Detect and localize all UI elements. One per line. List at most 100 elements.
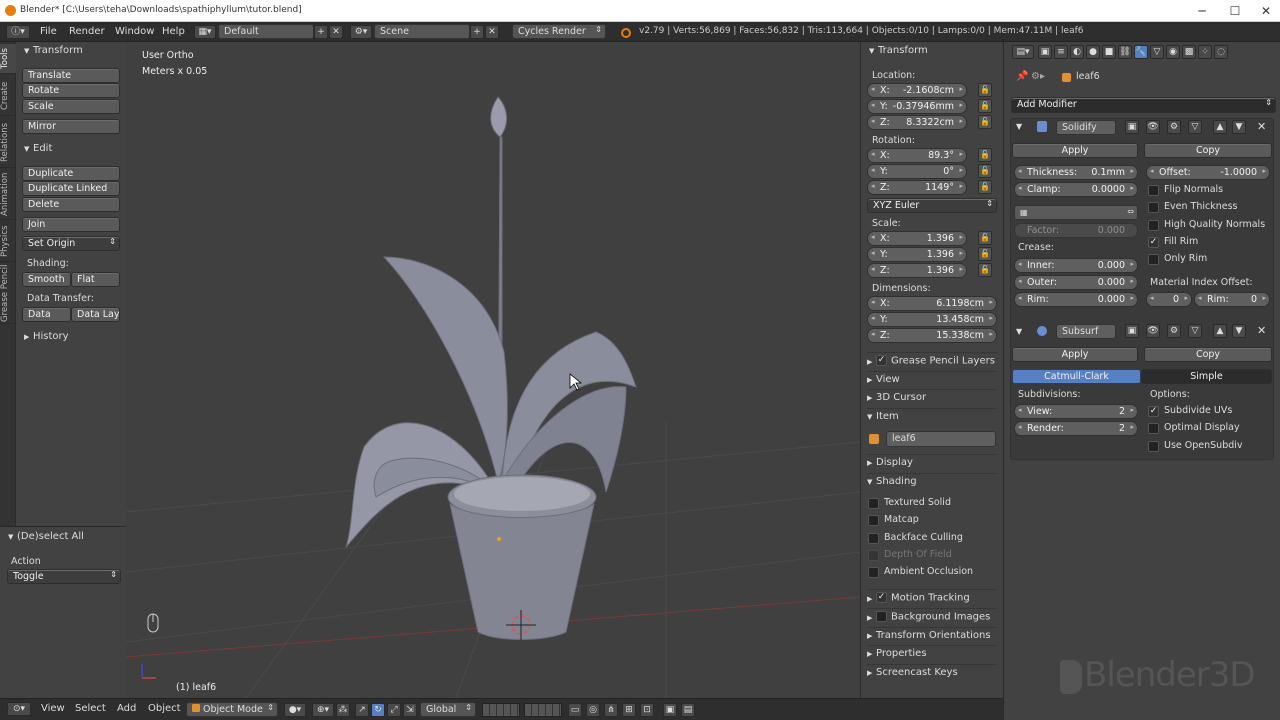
move-up-icon[interactable]: ▲ <box>1213 120 1227 134</box>
remove-layout-icon[interactable]: ✕ <box>329 25 343 39</box>
manipulator-toggle-icon[interactable]: ⁂ <box>336 703 350 717</box>
scale-manipulator-icon[interactable]: ⤢ <box>387 703 401 717</box>
delete-button[interactable]: Delete <box>22 197 120 212</box>
solidify-name-field[interactable]: Solidify <box>1056 120 1116 135</box>
viewport-shading-icon[interactable]: ●▾ <box>284 703 306 717</box>
scale-x-field[interactable]: ◂ X: 1.396 ▸ <box>867 231 967 246</box>
show-viewport-icon[interactable]: 👁 <box>1146 120 1160 134</box>
render-tab-icon[interactable]: ▣ <box>1038 45 1052 59</box>
fill-rim-checkbox[interactable]: ✓ <box>1148 236 1159 248</box>
background-images-panel[interactable]: ▶ Background Images <box>867 608 997 623</box>
remove-modifier-icon[interactable]: ✕ <box>1257 120 1266 133</box>
tab-relations[interactable]: Relations <box>0 118 16 168</box>
solidify-copy-button[interactable]: Copy <box>1144 143 1272 158</box>
mode-select[interactable]: Object Mode ⇕ <box>186 702 278 717</box>
render-preview-icon[interactable]: ▣ <box>663 703 677 717</box>
location-z-field[interactable]: ◂ Z: 8.3322cm ▸ <box>867 115 967 130</box>
duplicate-linked-button[interactable]: Duplicate Linked <box>22 181 120 196</box>
editor-type-icon[interactable]: ▤▾ <box>1012 45 1034 59</box>
maximize-button[interactable]: ☐ <box>1221 2 1249 20</box>
snap-icon[interactable]: ⋔ <box>604 703 618 717</box>
edit-panel-header[interactable]: ▼ Edit <box>24 143 52 154</box>
item-panel[interactable]: ▼ Item <box>867 408 997 422</box>
world-tab-icon[interactable]: ● <box>1086 45 1100 59</box>
offset-field[interactable]: ◂ Offset: -1.0000 ▸ <box>1146 165 1270 180</box>
physics-tab-icon[interactable]: ◌ <box>1214 45 1228 59</box>
lock-icon[interactable]: 🔓 <box>978 99 992 113</box>
ambient-occlusion-checkbox[interactable] <box>868 567 879 579</box>
location-y-field[interactable]: ◂ Y: -0.37946mm ▸ <box>867 99 967 114</box>
simple-toggle[interactable]: Simple <box>1141 369 1272 384</box>
snap-target-icon[interactable]: ⊡ <box>640 703 654 717</box>
add-scene-icon[interactable]: + <box>470 25 484 39</box>
render-engine-select[interactable]: Cycles Render ⇕ <box>512 24 606 39</box>
3d-cursor-panel[interactable]: ▶ 3D Cursor <box>867 389 997 403</box>
lock-icon[interactable]: 🔓 <box>978 115 992 129</box>
show-editmode-icon[interactable]: ⚙ <box>1167 324 1181 338</box>
lock-icon[interactable]: 🔓 <box>978 263 992 277</box>
flip-normals-checkbox[interactable] <box>1148 185 1159 196</box>
menu-view[interactable]: View <box>41 703 65 714</box>
lock-icon[interactable]: 🔓 <box>978 231 992 245</box>
lock-camera-icon[interactable]: ▭ <box>568 703 582 717</box>
solidify-apply-button[interactable]: Apply <box>1012 143 1138 158</box>
remove-scene-icon[interactable]: ✕ <box>485 25 499 39</box>
show-cage-icon[interactable]: ▽ <box>1188 120 1202 134</box>
move-down-icon[interactable]: ▼ <box>1232 120 1246 134</box>
grease-pencil-checkbox[interactable]: ✓ <box>876 355 887 366</box>
minimize-button[interactable]: ─ <box>1188 2 1216 20</box>
high-quality-normals-checkbox[interactable] <box>1148 219 1159 231</box>
lock-icon[interactable]: 🔓 <box>978 83 992 97</box>
scale-button[interactable]: Scale <box>22 99 120 114</box>
info-editor-type-icon[interactable]: ⓘ▾ <box>6 25 30 39</box>
lock-icon[interactable]: 🔓 <box>978 247 992 261</box>
material-offset-field[interactable]: ◂ 0 ▸ <box>1146 292 1192 307</box>
manipulator-scale-icon[interactable]: ⇲ <box>403 703 417 717</box>
transform-orientations-panel[interactable]: ▶ Transform Orientations <box>867 627 997 641</box>
subsurf-copy-button[interactable]: Copy <box>1144 347 1272 362</box>
layout-field[interactable]: Default <box>218 24 314 39</box>
show-render-icon[interactable]: ▣ <box>1125 120 1139 134</box>
rotation-z-field[interactable]: ◂ Z: 1149° ▸ <box>867 180 967 195</box>
operator-header[interactable]: ▼ (De)select All <box>8 531 84 542</box>
move-up-icon[interactable]: ▲ <box>1213 324 1227 338</box>
particles-tab-icon[interactable]: ⁘ <box>1198 45 1212 59</box>
history-panel-header[interactable]: ▶ History <box>24 331 69 342</box>
texture-tab-icon[interactable]: ▩ <box>1182 45 1196 59</box>
pivot-point-icon[interactable]: ⊕▾ <box>312 703 334 717</box>
join-button[interactable]: Join <box>22 217 120 232</box>
action-select[interactable]: Toggle ⇕ <box>7 569 121 584</box>
scene-tab-icon[interactable]: ◐ <box>1070 45 1084 59</box>
rotation-mode-select[interactable]: XYZ Euler ⇕ <box>867 198 997 213</box>
proportional-edit-icon[interactable]: ◎ <box>586 703 600 717</box>
translate-manipulator-icon[interactable]: ↗ <box>355 703 369 717</box>
motion-tracking-panel[interactable]: ▶ ✓ Motion Tracking <box>867 589 997 604</box>
collapse-arrow-icon[interactable]: ▼ <box>1016 327 1022 336</box>
3d-viewport[interactable]: User Ortho Meters x 0.05 (1) leaf6 <box>126 42 860 698</box>
constraints-tab-icon[interactable]: ⛓ <box>1118 45 1132 59</box>
render-layers-tab-icon[interactable]: ≡ <box>1054 45 1068 59</box>
layers-grid-2-icon[interactable] <box>524 703 562 717</box>
outer-field[interactable]: ◂ Outer: 0.000 ▸ <box>1014 275 1138 290</box>
menu-add[interactable]: Add <box>117 703 136 714</box>
add-modifier-menu[interactable]: Add Modifier ⇕ <box>1011 97 1276 113</box>
use-opensubdiv-checkbox[interactable] <box>1148 440 1159 452</box>
rotation-y-field[interactable]: ◂ Y: 0° ▸ <box>867 164 967 179</box>
view-panel[interactable]: ▶ View <box>867 371 997 385</box>
collapse-arrow-icon[interactable]: ▼ <box>1016 122 1022 131</box>
transform-panel-header[interactable]: ▼ Transform <box>24 45 83 56</box>
plant-pot[interactable] <box>447 474 597 640</box>
dimensions-y-field[interactable]: ◂ Y: 13.458cm ▸ <box>867 312 997 327</box>
flat-button[interactable]: Flat <box>71 272 120 287</box>
show-editmode-icon[interactable]: ⚙ <box>1167 120 1181 134</box>
screencast-keys-panel[interactable]: ▶ Screencast Keys <box>867 664 997 678</box>
tab-animation[interactable]: Animation <box>0 170 16 220</box>
catmull-clark-toggle[interactable]: Catmull-Clark <box>1012 369 1141 384</box>
modifiers-tab-icon[interactable]: 🔧 <box>1134 45 1148 59</box>
show-cage-icon[interactable]: ▽ <box>1188 324 1202 338</box>
translate-button[interactable]: Translate <box>22 68 120 83</box>
data-layout-button[interactable]: Data Layo <box>71 307 120 322</box>
only-rim-checkbox[interactable] <box>1148 254 1159 266</box>
display-panel[interactable]: ▶ Display <box>867 454 997 468</box>
tab-tools[interactable]: Tools <box>0 44 16 74</box>
